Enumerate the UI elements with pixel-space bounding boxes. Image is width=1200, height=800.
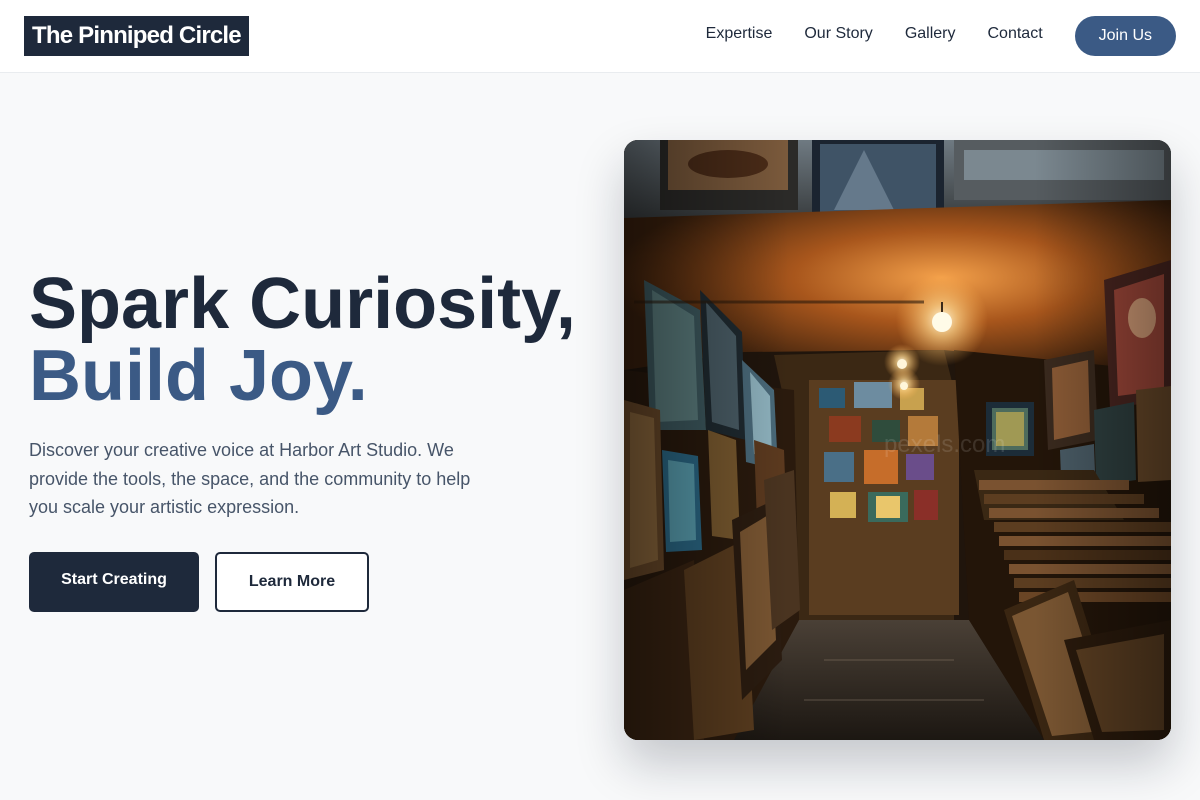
nav-link-our-story[interactable]: Our Story	[804, 16, 872, 52]
gallery-corridor-photo: pexels.com	[624, 140, 1171, 740]
nav-link-contact[interactable]: Contact	[988, 16, 1043, 52]
main-nav: Expertise Our Story Gallery Contact Join…	[706, 16, 1176, 56]
hero-title-line1: Spark Curiosity,	[29, 264, 576, 344]
site-logo[interactable]: The Pinniped Circle	[24, 16, 249, 56]
nav-link-expertise[interactable]: Expertise	[706, 16, 773, 52]
nav-link-gallery[interactable]: Gallery	[905, 16, 956, 52]
hero-title-line2: Build Joy.	[29, 336, 368, 416]
hero-title: Spark Curiosity, Build Joy.	[29, 268, 576, 412]
hero-image: pexels.com	[624, 140, 1171, 740]
hero-description: Discover your creative voice at Harbor A…	[29, 440, 471, 517]
join-us-button[interactable]: Join Us	[1074, 16, 1176, 56]
site-header: The Pinniped Circle Expertise Our Story …	[0, 0, 1200, 73]
learn-more-button[interactable]: Learn More	[215, 552, 369, 612]
start-creating-button[interactable]: Start Creating	[29, 552, 199, 612]
cta-row: Start Creating Learn More	[29, 552, 369, 612]
